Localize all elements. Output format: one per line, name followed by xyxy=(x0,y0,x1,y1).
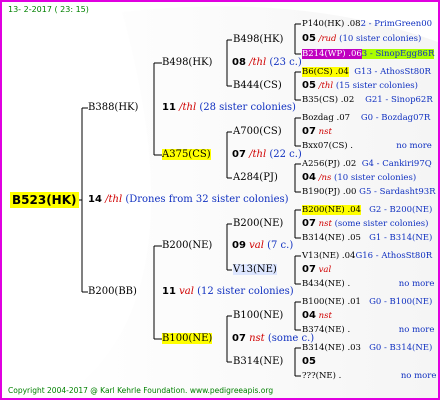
g4-row-10[interactable]: B314(NE) .05 G1 - B314(NE) xyxy=(302,233,432,243)
g4-row-5[interactable]: Bozdag .07 G0 - Bozdag07R xyxy=(302,113,430,123)
g4-row-8[interactable]: B190(PJ) .00 G5 - Sardasht93R xyxy=(302,187,436,197)
g4-drones-4: 04 /ns (10 sister colonies) xyxy=(302,172,417,184)
root-drones: 14 /thl (Drones from 32 sister colonies) xyxy=(88,194,289,205)
g4-drones-1: 05 /rud (10 sister colonies) xyxy=(302,33,422,45)
g4-row-16[interactable]: ???(NE) . no more xyxy=(302,371,436,381)
g2-queen-2[interactable]: A375(CS) xyxy=(162,149,211,161)
g4-row-3[interactable]: B6(CS) .04 G13 - AthosSt80R xyxy=(302,67,431,77)
g4-row-7[interactable]: A256(PJ) .02 G4 - Cankiri97Q xyxy=(302,159,432,169)
g1-queen-1[interactable]: B388(HK) xyxy=(88,102,138,114)
g4-row-12[interactable]: B434(NE) . no more xyxy=(302,279,434,289)
g4-drones-2: 05 /thl (15 sister colonies) xyxy=(302,80,418,92)
g4-drones-6: 07 val xyxy=(302,264,332,276)
g4-row-9[interactable]: B200(NE) .04 G2 - B200(NE) xyxy=(302,205,432,215)
g3-queen-2[interactable]: B444(CS) xyxy=(233,80,282,92)
g4-drones-7: 04 nst xyxy=(302,310,332,322)
g4-row-13[interactable]: B100(NE) .01 G0 - B100(NE) xyxy=(302,297,432,307)
report-date: 13- 2-2017 ( 23: 15) xyxy=(8,5,89,14)
root-queen[interactable]: B523(HK) xyxy=(10,192,79,208)
g4-row-15[interactable]: B314(NE) .03 G0 - B314(NE) xyxy=(302,343,432,353)
g1-drones-1: 11 /thl (28 sister colonies) xyxy=(162,102,296,113)
g2-queen-3[interactable]: B200(NE) xyxy=(162,240,212,252)
g1-queen-2[interactable]: B200(BB) xyxy=(88,286,137,298)
g3-queen-5[interactable]: B200(NE) xyxy=(233,218,283,230)
g4-row-11[interactable]: V13(NE) .04G16 - AthosSt80R xyxy=(302,251,432,261)
g3-queen-7[interactable]: B100(NE) xyxy=(233,310,283,322)
copyright-footer: Copyright 2004-2017 @ Karl Kehrle Founda… xyxy=(8,386,274,395)
g4-drones-5: 07 nst (some sister colonies) xyxy=(302,218,429,230)
pedigree-frame: 13- 2-2017 ( 23: 15) B523(HK) 14 /thl (D… xyxy=(0,0,440,400)
g4-row-2[interactable]: B214(WP) .063 - SinopEgg86R xyxy=(302,49,435,59)
g4-drones-3: 07 nst xyxy=(302,126,332,138)
g4-drones-8: 05 xyxy=(302,356,316,367)
g1-drones-2: 11 val (12 sister colonies) xyxy=(162,286,294,297)
g2-queen-4[interactable]: B100(NE) xyxy=(162,333,213,345)
g4-row-4[interactable]: B35(CS) .02 G21 - Sinop62R xyxy=(302,95,433,105)
g4-row-14[interactable]: B374(NE) . no more xyxy=(302,325,434,335)
g4-row-1[interactable]: P140(HK) .082 - PrimGreen00 xyxy=(302,19,432,29)
g3-queen-6[interactable]: V13(NE) xyxy=(233,264,277,276)
g3-queen-4[interactable]: A284(PJ) xyxy=(233,172,278,184)
g3-queen-3[interactable]: A700(CS) xyxy=(233,126,282,138)
g2-drones-1: 08 /thl (23 c.) xyxy=(232,57,302,68)
g3-queen-8[interactable]: B314(NE) xyxy=(233,356,283,368)
g2-drones-3: 09 val (7 c.) xyxy=(232,240,294,251)
root-drones-note: (Drones from 32 sister colonies) xyxy=(125,194,289,205)
g3-queen-1[interactable]: B498(HK) xyxy=(233,34,283,46)
g2-queen-1[interactable]: B498(HK) xyxy=(162,57,212,69)
g4-row-6[interactable]: Bxx07(CS) . no more xyxy=(302,141,432,151)
g2-drones-2: 07 /thl (22 c.) xyxy=(232,149,302,160)
